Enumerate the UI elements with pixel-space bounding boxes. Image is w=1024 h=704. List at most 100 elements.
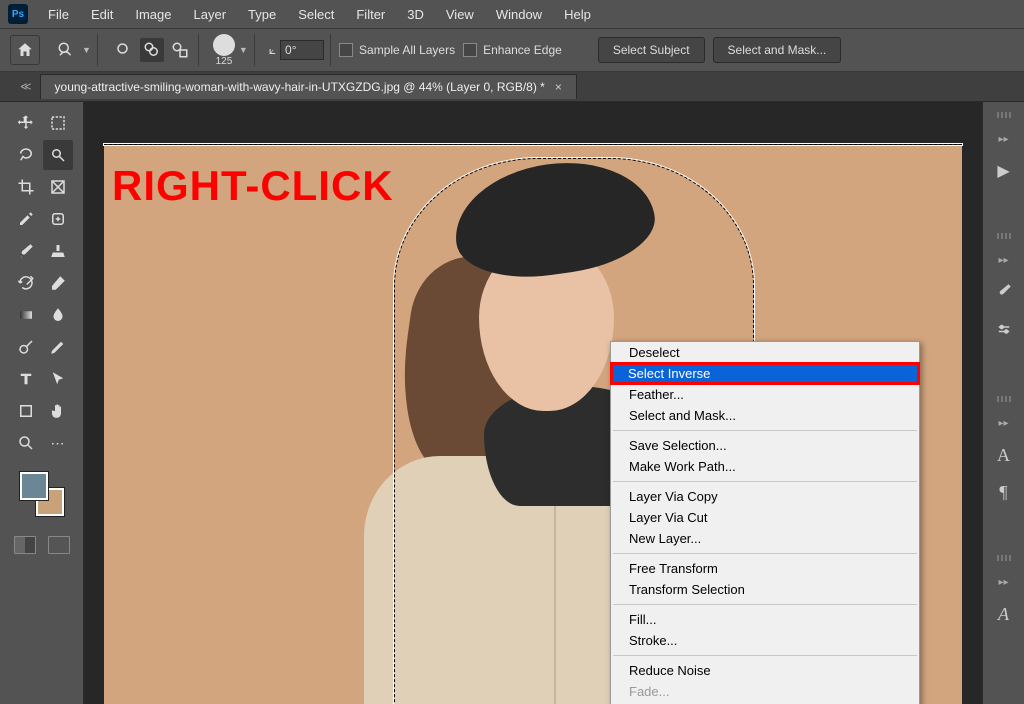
context-menu-item-free-transform[interactable]: Free Transform	[611, 558, 919, 579]
context-menu-item-make-work-path[interactable]: Make Work Path...	[611, 456, 919, 477]
home-button[interactable]	[10, 35, 40, 65]
document-tab[interactable]: young-attractive-smiling-woman-with-wavy…	[40, 74, 577, 99]
enhance-edge-checkbox[interactable]	[463, 43, 477, 57]
menu-select[interactable]: Select	[288, 4, 344, 25]
subject-hat	[447, 151, 660, 288]
context-menu-item-layer-via-cut[interactable]: Layer Via Cut	[611, 507, 919, 528]
paragraph-panel-icon[interactable]: ¶	[999, 482, 1007, 503]
healing-brush-tool[interactable]	[43, 204, 73, 234]
canvas-area[interactable]: RIGHT-CLICK DeselectSelect InverseFeathe…	[84, 102, 982, 704]
context-menu-item-layer-via-copy[interactable]: Layer Via Copy	[611, 486, 919, 507]
foreground-color-swatch[interactable]	[20, 472, 48, 500]
annotation-text: RIGHT-CLICK	[112, 162, 394, 210]
context-menu-separator	[613, 481, 917, 482]
menu-edit[interactable]: Edit	[81, 4, 123, 25]
chevron-right-icon[interactable]: ▸▸	[998, 418, 1008, 429]
menu-file[interactable]: File	[38, 4, 79, 25]
clone-stamp-tool[interactable]	[43, 236, 73, 266]
character-panel-icon[interactable]: A	[997, 445, 1010, 466]
quick-selection-tool[interactable]	[43, 140, 73, 170]
shape-tool[interactable]	[11, 396, 41, 426]
menu-type[interactable]: Type	[238, 4, 286, 25]
move-tool[interactable]	[11, 108, 41, 138]
angle-input[interactable]	[280, 40, 324, 60]
document-tabbar: ≪ young-attractive-smiling-woman-with-wa…	[0, 72, 1024, 102]
context-menu-item-new-layer[interactable]: New Layer...	[611, 528, 919, 549]
brush-tool[interactable]	[11, 236, 41, 266]
enhance-edge-label: Enhance Edge	[483, 43, 562, 57]
context-menu-item-feather[interactable]: Feather...	[611, 384, 919, 405]
crop-tool[interactable]	[11, 172, 41, 202]
hand-tool[interactable]	[43, 396, 73, 426]
path-selection-tool[interactable]	[43, 364, 73, 394]
lasso-tool[interactable]	[11, 140, 41, 170]
brush-panel-icon[interactable]	[995, 282, 1013, 305]
glyphs-panel-icon[interactable]: A	[998, 604, 1009, 625]
brush-size-value: 125	[216, 56, 233, 67]
app-logo: Ps	[8, 4, 28, 24]
menu-layer[interactable]: Layer	[184, 4, 237, 25]
context-menu-separator	[613, 553, 917, 554]
type-tool[interactable]	[11, 364, 41, 394]
tools-panel: ⋯	[0, 102, 84, 704]
brush-preview[interactable]: 125	[213, 34, 235, 67]
context-menu-item-select-inverse[interactable]: Select Inverse	[610, 362, 920, 385]
document-tab-title: young-attractive-smiling-woman-with-wavy…	[55, 80, 545, 94]
menu-filter[interactable]: Filter	[346, 4, 395, 25]
history-brush-tool[interactable]	[11, 268, 41, 298]
angle-icon: ⟀	[269, 43, 276, 58]
select-subject-button[interactable]: Select Subject	[598, 37, 705, 63]
sample-all-layers-checkbox[interactable]	[339, 43, 353, 57]
context-menu-item-reduce-noise[interactable]: Reduce Noise	[611, 660, 919, 681]
context-menu-item-select-and-mask[interactable]: Select and Mask...	[611, 405, 919, 426]
dock-handle-icon[interactable]	[990, 233, 1018, 239]
menubar: Ps File Edit Image Layer Type Select Fil…	[0, 0, 1024, 28]
right-panel-dock: ▸▸ ▶ ▸▸ ▸▸ A ¶ ▸▸ A	[982, 102, 1024, 704]
chevron-right-icon[interactable]: ▸▸	[998, 577, 1008, 588]
marquee-tool[interactable]	[43, 108, 73, 138]
menu-view[interactable]: View	[436, 4, 484, 25]
context-menu-item-fill[interactable]: Fill...	[611, 609, 919, 630]
dock-handle-icon[interactable]	[990, 396, 1018, 402]
color-swatches[interactable]	[20, 472, 64, 516]
pen-tool[interactable]	[43, 332, 73, 362]
edit-toolbar[interactable]: ⋯	[43, 428, 73, 458]
tab-scroll-left-icon[interactable]: ≪	[12, 80, 40, 93]
context-menu-item-transform-selection[interactable]: Transform Selection	[611, 579, 919, 600]
options-bar: ▼ 125 ▼ ⟀ Sample All Layers Enhance Edge…	[0, 28, 1024, 72]
new-selection-icon[interactable]	[112, 38, 136, 62]
subtract-selection-icon[interactable]	[168, 38, 192, 62]
eraser-tool[interactable]	[43, 268, 73, 298]
chevron-down-icon[interactable]: ▼	[82, 45, 91, 55]
chevron-right-icon[interactable]: ▸▸	[998, 134, 1008, 145]
home-icon	[16, 41, 34, 59]
menu-3d[interactable]: 3D	[397, 4, 434, 25]
quick-mask-icon[interactable]	[14, 536, 36, 554]
sample-all-layers-label: Sample All Layers	[359, 43, 455, 57]
brush-settings-icon[interactable]	[995, 321, 1013, 344]
context-menu-item-deselect[interactable]: Deselect	[611, 342, 919, 363]
add-selection-icon[interactable]	[140, 38, 164, 62]
menu-window[interactable]: Window	[486, 4, 552, 25]
screen-mode-icon[interactable]	[48, 536, 70, 554]
blur-tool[interactable]	[43, 300, 73, 330]
dock-handle-icon[interactable]	[990, 555, 1018, 561]
eyedropper-tool[interactable]	[11, 204, 41, 234]
play-icon[interactable]: ▶	[997, 161, 1009, 181]
context-menu-item-save-selection[interactable]: Save Selection...	[611, 435, 919, 456]
context-menu: DeselectSelect InverseFeather...Select a…	[610, 341, 920, 704]
close-icon[interactable]: ×	[555, 80, 562, 94]
chevron-right-icon[interactable]: ▸▸	[998, 255, 1008, 266]
context-menu-item-stroke[interactable]: Stroke...	[611, 630, 919, 651]
dodge-tool[interactable]	[11, 332, 41, 362]
tool-preset-icon[interactable]	[54, 38, 78, 62]
chevron-down-icon[interactable]: ▼	[239, 45, 248, 55]
brush-circle-icon	[213, 34, 235, 56]
menu-image[interactable]: Image	[125, 4, 181, 25]
dock-handle-icon[interactable]	[990, 112, 1018, 118]
frame-tool[interactable]	[43, 172, 73, 202]
zoom-tool[interactable]	[11, 428, 41, 458]
menu-help[interactable]: Help	[554, 4, 601, 25]
select-and-mask-button[interactable]: Select and Mask...	[713, 37, 842, 63]
gradient-tool[interactable]	[11, 300, 41, 330]
